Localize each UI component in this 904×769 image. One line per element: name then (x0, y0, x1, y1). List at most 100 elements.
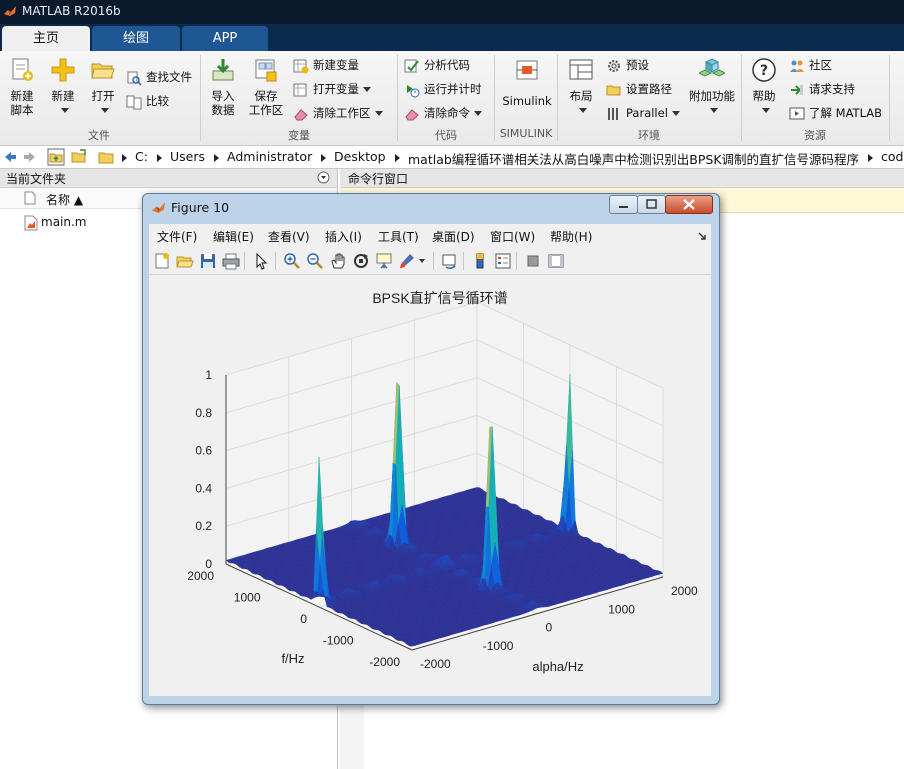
new-variable-button[interactable]: 新建变量 (293, 55, 359, 75)
menu-window[interactable]: 窗口(W) (490, 228, 535, 245)
breadcrumb-item[interactable]: Users (170, 149, 205, 164)
folder-path-icon (606, 85, 621, 95)
parallel-button[interactable]: Parallel (606, 103, 680, 123)
breadcrumb-item[interactable]: matlab编程循环谱相关法从高白噪声中检测识别出BPSK调制的直扩信号源码程序 (408, 149, 859, 168)
clear-workspace-button[interactable]: 清除工作区 (293, 103, 383, 123)
zoom-out-icon[interactable] (306, 252, 324, 270)
new-button[interactable]: 新建 (46, 57, 80, 117)
simulink-button[interactable]: Simulink (500, 57, 554, 108)
figure-window[interactable]: Figure 10 文件(F) 编辑(E) 查看(V) 插入(I) 工具(T) … (142, 193, 720, 705)
toolbar-divider (275, 252, 276, 270)
hide-plot-tools-icon[interactable] (524, 252, 542, 270)
analyze-code-icon (404, 59, 419, 72)
toolbar-divider (463, 252, 464, 270)
brush-icon[interactable] (398, 252, 416, 270)
address-bar: C: Users Administrator Desktop matlab编程循环谱相关… (0, 146, 904, 169)
breadcrumb-separator[interactable] (321, 154, 326, 162)
m-file-icon (24, 215, 38, 231)
file-type-icon (24, 191, 36, 205)
figure-menu-bar: 文件(F) 编辑(E) 查看(V) 插入(I) 工具(T) 桌面(D) 窗口(W… (149, 224, 711, 248)
show-plot-tools-icon[interactable] (547, 252, 565, 270)
browse-folder-icon[interactable] (70, 148, 88, 166)
layout-icon (569, 59, 593, 80)
toolbar-divider (516, 252, 517, 270)
tab-plots[interactable]: 绘图 (92, 26, 180, 51)
preferences-button[interactable]: 预设 (606, 55, 649, 75)
colorbar-icon[interactable] (471, 252, 489, 270)
community-button[interactable]: 社区 (789, 55, 832, 75)
minimize-icon (619, 206, 628, 208)
breadcrumb-item[interactable]: Desktop (334, 149, 386, 164)
learn-matlab-button[interactable]: 了解 MATLAB (789, 103, 882, 123)
breadcrumb-item[interactable]: Administrator (227, 149, 312, 164)
dock-arrow-icon[interactable] (697, 231, 707, 241)
menu-insert[interactable]: 插入(I) (325, 228, 362, 245)
open-variable-icon (293, 83, 307, 96)
tab-apps[interactable]: APP (182, 26, 268, 51)
run-and-time-button[interactable]: 运行并计时 (404, 79, 482, 99)
open-variable-button[interactable]: 打开变量 (293, 79, 371, 99)
menu-tools[interactable]: 工具(T) (378, 228, 419, 245)
breadcrumb-separator[interactable] (395, 154, 400, 162)
gear-icon (608, 59, 620, 72)
help-button[interactable]: ? 帮助 (746, 57, 782, 117)
compare-button[interactable]: 比较 (126, 91, 169, 111)
menu-desktop[interactable]: 桌面(D) (432, 228, 475, 245)
analyze-code-button[interactable]: 分析代码 (404, 55, 470, 75)
data-cursor-icon[interactable] (375, 252, 393, 270)
close-icon (683, 199, 695, 210)
compare-icon (126, 95, 142, 109)
save-icon[interactable] (199, 252, 217, 270)
menu-help[interactable]: 帮助(H) (550, 228, 592, 245)
rotate-3d-icon[interactable] (352, 252, 370, 270)
menu-file[interactable]: 文件(F) (157, 228, 197, 245)
ribbon: 新建 脚本 新建 打开 查找文件 比较 文件 导入 数据 保存 工作区 新建变量… (0, 51, 904, 146)
menu-edit[interactable]: 编辑(E) (213, 228, 254, 245)
pan-hand-icon[interactable] (329, 252, 347, 270)
figure-canvas[interactable]: 0 0.2 0.4 0.6 0.8 1 -2000 -1000 0 1000 2000 -2000 -1… (149, 275, 711, 696)
minimize-button[interactable] (609, 195, 638, 214)
import-data-icon (212, 59, 234, 81)
breadcrumb-item[interactable]: C: (135, 149, 148, 164)
breadcrumb-separator[interactable] (157, 154, 162, 162)
breadcrumb-separator[interactable] (214, 154, 219, 162)
import-data-button[interactable]: 导入 数据 (205, 57, 241, 117)
toolbar-divider (244, 252, 245, 270)
open-file-icon[interactable] (176, 252, 194, 270)
new-script-icon (12, 58, 33, 81)
group-label-variable: 变量 (288, 129, 310, 142)
zoom-in-icon[interactable] (283, 252, 301, 270)
new-script-button[interactable]: 新建 脚本 (4, 57, 40, 117)
pointer-icon[interactable] (253, 252, 271, 270)
close-button[interactable] (665, 195, 713, 214)
new-figure-icon[interactable] (153, 252, 171, 270)
breadcrumb-separator[interactable] (868, 154, 873, 162)
open-button[interactable]: 打开 (86, 57, 120, 117)
request-support-button[interactable]: 请求支持 (789, 79, 855, 99)
clear-commands-button[interactable]: 清除命令 (404, 103, 482, 123)
eraser-icon (294, 108, 308, 120)
link-plot-icon[interactable] (441, 252, 459, 270)
panel-menu-icon[interactable] (317, 171, 330, 184)
add-ons-button[interactable]: 附加功能 (686, 57, 738, 117)
legend-icon[interactable] (494, 252, 512, 270)
save-workspace-button[interactable]: 保存 工作区 (246, 57, 286, 117)
menu-view[interactable]: 查看(V) (268, 228, 310, 245)
up-folder-icon[interactable] (47, 148, 65, 166)
tab-home[interactable]: 主页 (2, 26, 90, 51)
print-icon[interactable] (222, 252, 240, 270)
name-column-header[interactable]: 名称 ▲ (46, 191, 83, 208)
forward-arrow-icon[interactable] (22, 149, 38, 165)
community-icon (790, 60, 804, 72)
toolbar-divider (433, 252, 434, 270)
back-arrow-icon[interactable] (2, 149, 18, 165)
figure-toolbar (149, 248, 711, 275)
breadcrumb-item[interactable]: code (881, 149, 904, 164)
find-files-button[interactable]: 查找文件 (126, 67, 192, 87)
maximize-button[interactable] (637, 195, 666, 214)
set-path-button[interactable]: 设置路径 (606, 79, 672, 99)
add-ons-icon (697, 58, 727, 77)
chevron-down-icon[interactable] (418, 258, 426, 264)
layout-button[interactable]: 布局 (563, 57, 599, 117)
breadcrumb-separator[interactable] (122, 154, 127, 162)
